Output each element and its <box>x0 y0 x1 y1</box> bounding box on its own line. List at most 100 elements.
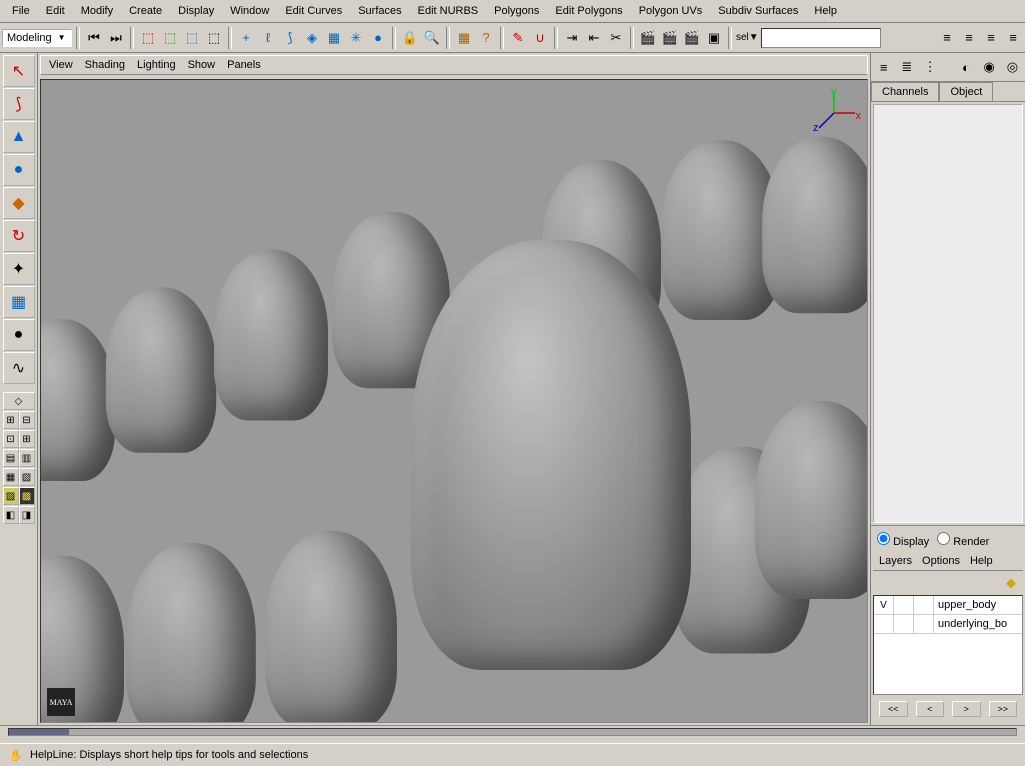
shelf-3-icon[interactable]: ≡ <box>981 28 1001 48</box>
panel-shading[interactable]: Shading <box>85 59 125 71</box>
import-icon[interactable]: ⇥ <box>562 28 582 48</box>
layout-two-v[interactable]: ⊡ <box>3 430 19 448</box>
display-radio[interactable]: Display <box>877 532 929 548</box>
layout-two-h[interactable]: ⊟ <box>19 411 35 429</box>
rotate-cone-tool[interactable]: ▲ <box>3 121 35 153</box>
attr-channel-icon[interactable]: ⋮ <box>920 56 939 78</box>
lasso-tool[interactable]: ⟆ <box>3 88 35 120</box>
layer-menu-options[interactable]: Options <box>922 555 960 567</box>
lattice-icon[interactable]: ▦ <box>324 28 344 48</box>
menu-edit-polygons[interactable]: Edit Polygons <box>547 2 630 20</box>
layer-menu-help[interactable]: Help <box>970 555 993 567</box>
render-icon[interactable]: ▣ <box>704 28 724 48</box>
sel-label[interactable]: sel▼ <box>736 32 759 43</box>
shelf-4-icon[interactable]: ≡ <box>1003 28 1023 48</box>
tab-channels[interactable]: Channels <box>871 82 939 101</box>
grid-icon[interactable]: ▦ <box>454 28 474 48</box>
uv-grid-tool[interactable]: ▦ <box>3 286 35 318</box>
time-slider[interactable] <box>0 725 1025 743</box>
layer-row[interactable]: V upper_body <box>874 596 1022 615</box>
layer-vis-toggle[interactable] <box>874 615 894 633</box>
clapboard-2-icon[interactable]: 🎬 <box>660 28 680 48</box>
menu-polygons[interactable]: Polygons <box>486 2 547 20</box>
layout-persp[interactable]: ⊞ <box>19 430 35 448</box>
sphere-icon[interactable]: ● <box>368 28 388 48</box>
viewport-3d[interactable]: y x z MAYA <box>40 79 868 723</box>
paint-weights-tool[interactable]: ● <box>3 319 35 351</box>
select-component-icon[interactable]: ⬚ <box>182 28 202 48</box>
cube-icon[interactable]: ◈ <box>302 28 322 48</box>
selection-input[interactable] <box>761 28 881 48</box>
channel-box[interactable] <box>873 104 1023 523</box>
menu-window[interactable]: Window <box>222 2 277 20</box>
menu-surfaces[interactable]: Surfaces <box>350 2 409 20</box>
particle-icon[interactable]: ✳ <box>346 28 366 48</box>
magnet-icon[interactable]: ∪ <box>530 28 550 48</box>
layer-name[interactable]: underlying_bo <box>934 618 1022 630</box>
menu-subdiv-surfaces[interactable]: Subdiv Surfaces <box>710 2 806 20</box>
layout-single[interactable]: ◇ <box>3 392 35 410</box>
mode-dropdown[interactable]: Modeling <box>2 29 72 47</box>
menu-edit-curves[interactable]: Edit Curves <box>277 2 350 20</box>
add-icon[interactable]: + <box>236 28 256 48</box>
curve-draw-tool[interactable]: ∿ <box>3 352 35 384</box>
search-icon[interactable]: 🔍 <box>422 28 442 48</box>
tab-object[interactable]: Object <box>939 82 993 101</box>
lock-icon[interactable]: 🔒 <box>400 28 420 48</box>
hierarchy-icon[interactable]: ⬚ <box>138 28 158 48</box>
attr-list-icon[interactable]: ≡ <box>874 56 893 78</box>
script-icon[interactable]: ✂ <box>606 28 626 48</box>
layout-c2[interactable]: ▩ <box>19 487 35 505</box>
layer-menu-layers[interactable]: Layers <box>879 555 912 567</box>
layer-color-swatch[interactable] <box>914 596 934 614</box>
shelf-2-icon[interactable]: ≡ <box>959 28 979 48</box>
range-slider[interactable] <box>8 728 1017 736</box>
paint-icon[interactable]: ✎ <box>508 28 528 48</box>
manipulator-tool[interactable]: ✦ <box>3 253 35 285</box>
layout-c1[interactable]: ▨ <box>3 487 19 505</box>
range-prev-button[interactable]: < <box>916 701 945 717</box>
panel-view[interactable]: View <box>49 59 73 71</box>
layout-c4[interactable]: ◨ <box>19 506 35 524</box>
attr-spread-icon[interactable]: ≣ <box>897 56 916 78</box>
playback-step-icon[interactable]: ⏭ <box>106 28 126 48</box>
render-radio[interactable]: Render <box>937 532 989 548</box>
layout-script[interactable]: ▦ <box>3 468 19 486</box>
layout-graph[interactable]: ▥ <box>19 449 35 467</box>
layout-c3[interactable]: ◧ <box>3 506 19 524</box>
menu-display[interactable]: Display <box>170 2 222 20</box>
range-next-button[interactable]: > <box>952 701 981 717</box>
scale-book-tool[interactable]: ◆ <box>3 187 35 219</box>
layer-color-swatch[interactable] <box>914 615 934 633</box>
menu-help[interactable]: Help <box>806 2 845 20</box>
layout-four[interactable]: ⊞ <box>3 411 19 429</box>
rotate-arrows-tool[interactable]: ↻ <box>3 220 35 252</box>
range-end-button[interactable]: >> <box>989 701 1018 717</box>
lasso-icon[interactable]: ⟆ <box>280 28 300 48</box>
menu-edit-nurbs[interactable]: Edit NURBS <box>410 2 487 20</box>
playback-start-icon[interactable]: ⏮ <box>84 28 104 48</box>
menu-create[interactable]: Create <box>121 2 170 20</box>
menu-edit[interactable]: Edit <box>38 2 73 20</box>
menu-modify[interactable]: Modify <box>73 2 121 20</box>
isolate-sphere-icon[interactable]: ◉ <box>980 56 999 78</box>
clapboard-3-icon[interactable]: 🎬 <box>682 28 702 48</box>
range-start-button[interactable]: << <box>879 701 908 717</box>
curve-icon[interactable]: ℓ <box>258 28 278 48</box>
layer-name[interactable]: upper_body <box>934 599 1022 611</box>
select-hierarchy-icon[interactable]: ⬚ <box>204 28 224 48</box>
isolate-wire-icon[interactable]: ◎ <box>1003 56 1022 78</box>
clapboard-1-icon[interactable]: 🎬 <box>638 28 658 48</box>
move-sphere-tool[interactable]: ● <box>3 154 35 186</box>
layout-hyper[interactable]: ▤ <box>3 449 19 467</box>
new-layer-icon[interactable]: ◆ <box>1001 573 1021 593</box>
layer-vis-toggle[interactable]: V <box>874 596 894 614</box>
select-object-icon[interactable]: ⬚ <box>160 28 180 48</box>
panel-show[interactable]: Show <box>188 59 216 71</box>
isolate-icon[interactable]: ◐ <box>956 56 975 78</box>
layout-render[interactable]: ▧ <box>19 468 35 486</box>
help-icon[interactable]: ? <box>476 28 496 48</box>
layer-row[interactable]: underlying_bo <box>874 615 1022 634</box>
menu-polygon-uvs[interactable]: Polygon UVs <box>631 2 711 20</box>
select-arrow-tool[interactable]: ↖ <box>3 55 35 87</box>
